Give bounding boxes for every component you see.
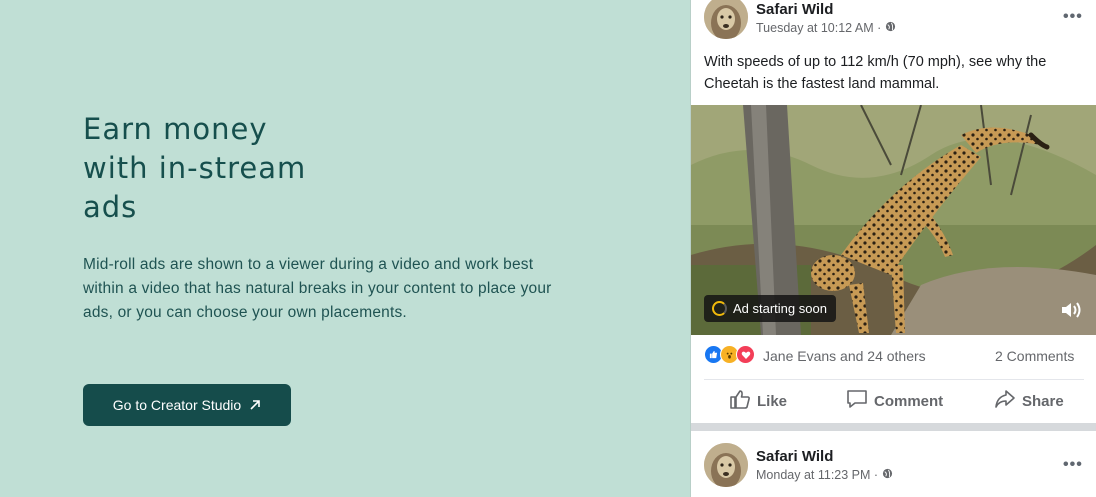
comment-button[interactable]: Comment	[846, 389, 943, 413]
hero-description: Mid-roll ads are shown to a viewer durin…	[83, 256, 552, 321]
share-button[interactable]: Share	[994, 389, 1064, 413]
arrow-up-right-icon	[249, 399, 261, 411]
feed-preview: Safari Wild Tuesday at 10:12 AM · ••• Wi…	[690, 0, 1096, 497]
hero-title: Earn money with in-stream ads	[83, 112, 307, 224]
share-label: Share	[1022, 392, 1064, 410]
ad-starting-soon-label: Ad starting soon	[733, 301, 827, 316]
avatar[interactable]	[704, 443, 748, 487]
page-name[interactable]: Safari Wild	[756, 1, 833, 18]
love-reaction-icon	[736, 345, 755, 364]
creator-studio-button[interactable]: Go to Creator Studio	[83, 384, 291, 426]
reaction-icons[interactable]	[704, 345, 755, 364]
comments-count[interactable]: 2 Comments	[995, 348, 1074, 364]
post-text: With speeds of up to 112 km/h (70 mph), …	[704, 54, 1047, 92]
loading-spinner-icon	[712, 301, 727, 316]
thumbs-up-icon	[729, 389, 751, 413]
post-timestamp-text: Monday at 11:23 PM ·	[756, 468, 879, 482]
page-name[interactable]: Safari Wild	[756, 448, 833, 465]
globe-icon	[885, 21, 896, 35]
post-timestamp[interactable]: Monday at 11:23 PM ·	[756, 468, 893, 482]
like-label: Like	[757, 392, 788, 410]
post-timestamp[interactable]: Tuesday at 10:12 AM ·	[756, 21, 896, 35]
comment-label: Comment	[874, 392, 944, 410]
video-player[interactable]: Ad starting soon	[691, 105, 1096, 335]
creator-studio-button-label: Go to Creator Studio	[112, 397, 242, 413]
post-timestamp-text: Tuesday at 10:12 AM ·	[756, 21, 882, 35]
comment-icon	[846, 389, 868, 413]
share-icon	[994, 389, 1016, 413]
more-options-button[interactable]: •••	[1063, 8, 1083, 26]
divider	[704, 379, 1084, 380]
volume-icon[interactable]	[1060, 300, 1084, 325]
more-options-button[interactable]: •••	[1063, 456, 1083, 474]
avatar[interactable]	[704, 0, 748, 39]
ad-starting-soon-indicator: Ad starting soon	[704, 295, 836, 322]
feed-post: Safari Wild Tuesday at 10:12 AM · ••• Wi…	[691, 0, 1096, 423]
like-button[interactable]: Like	[729, 389, 787, 413]
post-separator	[691, 423, 1096, 431]
feed-post: Safari Wild Monday at 11:23 PM · •••	[691, 431, 1096, 497]
reactions-summary[interactable]: Jane Evans and 24 others	[763, 348, 926, 364]
globe-icon	[882, 468, 893, 482]
